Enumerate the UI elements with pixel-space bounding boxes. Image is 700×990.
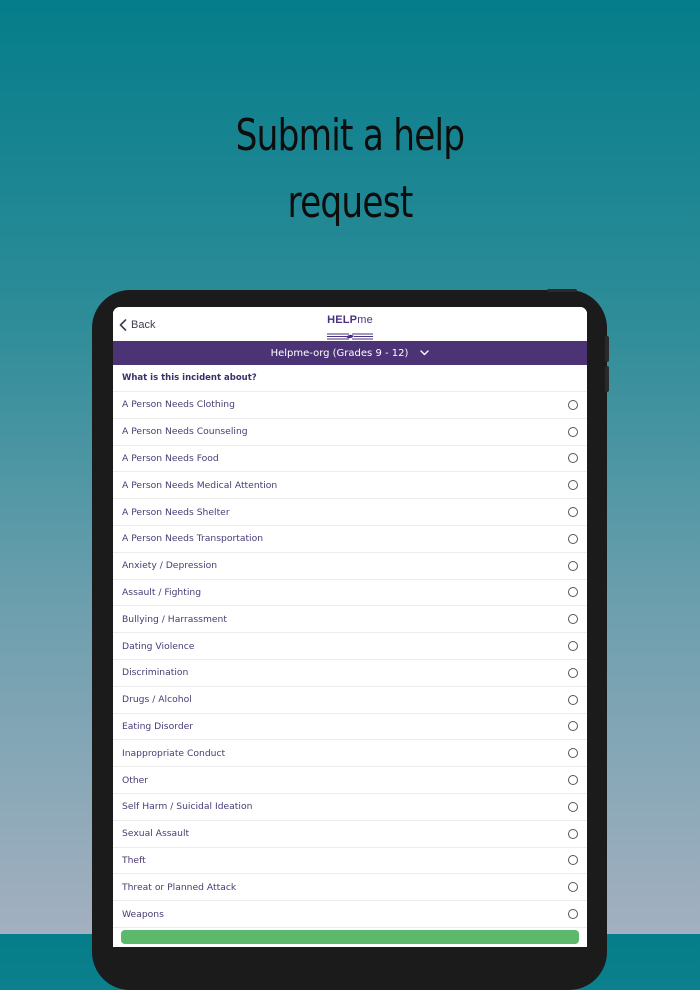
radio-button[interactable]: [568, 614, 578, 625]
option-label: Drugs / Alcohol: [122, 694, 192, 706]
chevron-left-icon: [119, 319, 127, 331]
tablet-volume-up-button: [605, 336, 609, 362]
option-label: Dating Violence: [122, 640, 195, 652]
option-label: A Person Needs Food: [122, 452, 219, 464]
option-label: Theft: [122, 854, 146, 866]
incident-option[interactable]: A Person Needs Counseling: [113, 419, 587, 446]
incident-option[interactable]: Inappropriate Conduct: [113, 740, 587, 768]
tablet-volume-down-button: [605, 366, 609, 392]
radio-button[interactable]: [568, 667, 578, 678]
radio-button[interactable]: [568, 909, 578, 920]
radio-button[interactable]: [568, 560, 578, 571]
incident-option[interactable]: Other: [113, 767, 587, 794]
radio-button[interactable]: [568, 801, 578, 812]
back-button[interactable]: Back: [119, 316, 155, 334]
incident-option[interactable]: A Person Needs Food: [113, 446, 587, 473]
radio-button[interactable]: [568, 399, 578, 410]
radio-button[interactable]: [568, 587, 578, 598]
radio-button[interactable]: [568, 721, 578, 732]
option-label: Assault / Fighting: [122, 586, 202, 598]
incident-option[interactable]: A Person Needs Medical Attention: [113, 472, 587, 500]
option-label: Self Harm / Suicidal Ideation: [122, 801, 253, 813]
helpme-logo: HELPme: [325, 314, 375, 340]
logo-me-text: me: [357, 314, 373, 326]
incident-option[interactable]: Drugs / Alcohol: [113, 687, 587, 714]
incident-option[interactable]: Sexual Assault: [113, 821, 587, 848]
incident-question: What is this incident about?: [113, 365, 587, 392]
incident-option[interactable]: Anxiety / Depression: [113, 553, 587, 580]
top-bar: Back HELPme: [113, 307, 587, 341]
radio-button[interactable]: [568, 828, 578, 839]
option-label: Bullying / Harrassment: [122, 613, 227, 625]
option-label: Sexual Assault: [122, 828, 190, 840]
incident-option[interactable]: Theft: [113, 848, 587, 875]
option-label: A Person Needs Clothing: [122, 399, 235, 411]
option-label: Anxiety / Depression: [122, 560, 218, 572]
incident-option[interactable]: Weapons: [113, 901, 587, 928]
logo-hands-icon: [327, 333, 373, 340]
incident-option[interactable]: Eating Disorder: [113, 714, 587, 741]
option-label: Discrimination: [122, 667, 189, 679]
radio-button[interactable]: [568, 641, 578, 652]
incident-option[interactable]: A Person Needs Transportation: [113, 526, 587, 553]
option-label: A Person Needs Counseling: [122, 426, 248, 438]
option-label: Threat or Planned Attack: [122, 881, 237, 893]
radio-button[interactable]: [568, 882, 578, 893]
option-label: A Person Needs Transportation: [122, 533, 264, 545]
option-label: Inappropriate Conduct: [122, 747, 226, 759]
incident-option[interactable]: Threat or Planned Attack: [113, 874, 587, 902]
incident-option[interactable]: Self Harm / Suicidal Ideation: [113, 794, 587, 821]
app-screen: Back HELPme Helpme-org (Grades 9 - 12) W…: [113, 307, 587, 947]
incident-option[interactable]: Discrimination: [113, 660, 587, 687]
option-label: Weapons: [122, 908, 164, 920]
radio-button[interactable]: [568, 453, 578, 464]
radio-button[interactable]: [568, 426, 578, 437]
tablet-top-button: [547, 289, 577, 292]
chevron-down-icon: [420, 350, 430, 356]
radio-button[interactable]: [568, 507, 578, 518]
option-label: Eating Disorder: [122, 720, 194, 732]
promo-headline: Submit a help request: [77, 102, 623, 236]
radio-button[interactable]: [568, 775, 578, 786]
radio-button[interactable]: [568, 694, 578, 705]
option-label: Other: [122, 774, 149, 786]
radio-button[interactable]: [568, 748, 578, 759]
incident-options-list: A Person Needs Clothing A Person Needs C…: [113, 392, 587, 928]
incident-option[interactable]: Assault / Fighting: [113, 580, 587, 607]
incident-option[interactable]: A Person Needs Shelter: [113, 499, 587, 526]
logo-help-text: HELP: [327, 314, 358, 326]
incident-option[interactable]: Bullying / Harrassment: [113, 606, 587, 634]
back-label: Back: [131, 319, 156, 331]
radio-button[interactable]: [568, 533, 578, 544]
next-button[interactable]: [121, 930, 579, 944]
radio-button[interactable]: [568, 480, 578, 491]
incident-option[interactable]: A Person Needs Clothing: [113, 392, 587, 419]
headline-line-2: request: [287, 177, 413, 228]
headline-line-1: Submit a help: [235, 110, 465, 161]
option-label: A Person Needs Medical Attention: [122, 479, 278, 491]
incident-option[interactable]: Dating Violence: [113, 633, 587, 660]
organization-label: Helpme-org (Grades 9 - 12): [270, 347, 409, 359]
option-label: A Person Needs Shelter: [122, 506, 230, 518]
radio-button[interactable]: [568, 855, 578, 866]
